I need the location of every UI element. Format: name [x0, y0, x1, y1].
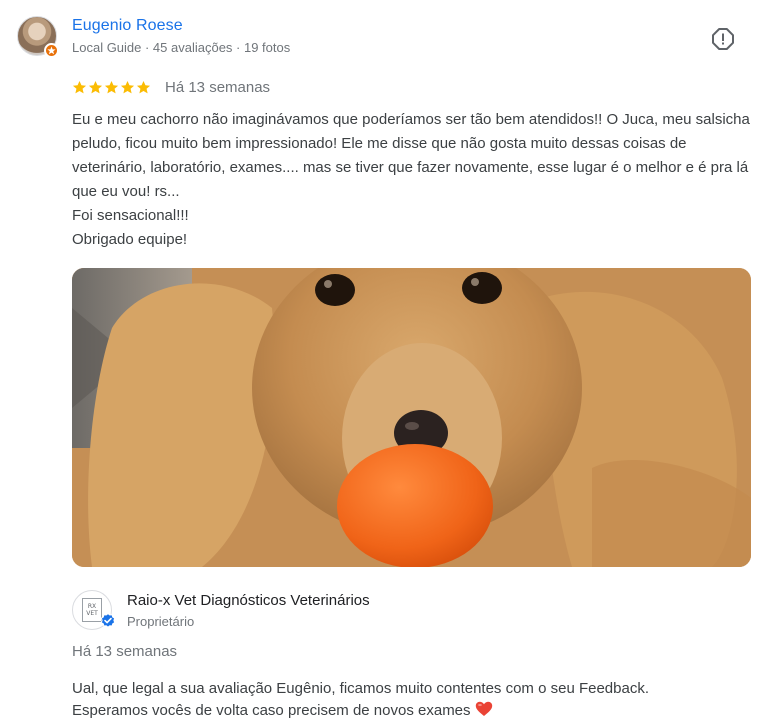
dog-with-orange-ball-photo: [72, 268, 751, 567]
review-card: Eugenio Roese Local Guide · 45 avaliaçõe…: [0, 0, 766, 725]
reviewer-avatar[interactable]: [17, 16, 59, 58]
response-date: Há 13 semanas: [72, 643, 178, 660]
review-text-line: Obrigado equipe!: [72, 231, 188, 248]
reviewer-meta: Local Guide · 45 avaliações · 19 fotos: [72, 40, 291, 55]
review-text-paragraph: Eu e meu cachorro não imaginávamos que p…: [72, 111, 750, 200]
verified-check-icon: [100, 612, 116, 629]
star-icon: [88, 80, 103, 93]
review-photo[interactable]: [72, 268, 751, 567]
logo-text-top: RX: [87, 603, 97, 610]
local-guide-star-icon: [44, 43, 59, 58]
review-date: Há 13 semanas: [165, 78, 271, 96]
response-text: Ual, que legal a sua avaliação Eugênio, …: [72, 678, 756, 722]
review-text-line: Foi sensacional!!!: [72, 207, 189, 224]
response-text-line-2: Esperamos vocês de volta caso precisem d…: [72, 702, 471, 719]
report-icon[interactable]: [710, 26, 736, 52]
reviewer-name[interactable]: Eugenio Roese: [72, 17, 183, 35]
star-icon: [136, 80, 151, 93]
review-text: Eu e meu cachorro não imaginávamos que p…: [72, 108, 756, 252]
star-rating: [72, 80, 151, 95]
business-logo-mark: RX VET: [82, 598, 102, 622]
rating-row: Há 13 semanas: [72, 77, 270, 97]
response-text-line: Esperamos vocês de volta caso precisem d…: [72, 700, 756, 722]
star-icon: [72, 80, 87, 93]
heart-emoji-icon: [475, 701, 493, 717]
owner-role: Proprietário: [127, 614, 195, 629]
star-icon: [120, 80, 135, 93]
response-text-line: Ual, que legal a sua avaliação Eugênio, …: [72, 680, 650, 697]
star-icon: [104, 80, 119, 93]
owner-name: Raio-x Vet Diagnósticos Veterinários: [127, 592, 370, 609]
logo-text-bottom: VET: [86, 610, 98, 617]
